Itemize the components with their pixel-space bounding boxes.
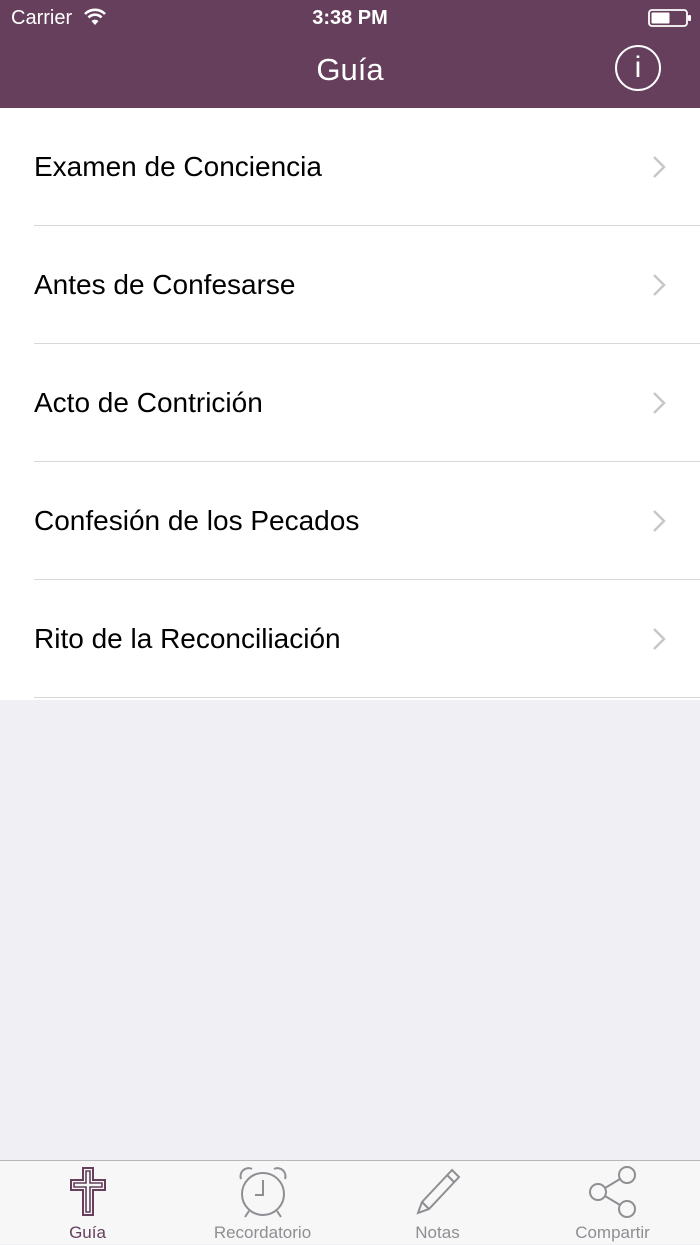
tab-compartir[interactable]: Compartir	[525, 1161, 700, 1245]
row-separator	[34, 697, 700, 698]
guide-list: Examen de Conciencia Antes de Confesarse…	[0, 108, 700, 700]
tab-recordatorio[interactable]: Recordatorio	[175, 1161, 350, 1245]
tab-label: Notas	[415, 1223, 460, 1242]
chevron-right-icon	[653, 510, 666, 532]
list-item-label: Confesión de los Pecados	[34, 505, 360, 536]
chevron-right-icon	[653, 628, 666, 650]
info-button[interactable]: i	[615, 45, 661, 91]
pencil-icon	[416, 1168, 461, 1215]
status-time: 3:38 PM	[312, 7, 388, 29]
tab-label: Compartir	[575, 1223, 650, 1242]
list-item-antes-de-confesarse[interactable]: Antes de Confesarse	[0, 226, 700, 344]
status-bar: Carrier 3:38 PM	[0, 0, 700, 36]
tab-guia[interactable]: Guía	[0, 1161, 175, 1245]
list-item-label: Examen de Conciencia	[34, 151, 322, 182]
alarm-clock-icon	[239, 1167, 287, 1218]
navigation-header: Carrier 3:38 PM Guía i	[0, 0, 700, 108]
tab-bar: Guía Recordatorio Notas Compartir	[0, 1160, 700, 1244]
cross-icon	[70, 1167, 106, 1216]
chevron-right-icon	[653, 274, 666, 296]
chevron-right-icon	[653, 392, 666, 414]
tab-label: Guía	[69, 1223, 106, 1242]
share-icon	[589, 1166, 636, 1218]
list-item-label: Antes de Confesarse	[34, 269, 296, 300]
page-title: Guía	[316, 52, 384, 87]
chevron-right-icon	[653, 156, 666, 178]
list-item-label: Rito de la Reconciliación	[34, 623, 341, 654]
list-item-confesion-de-los-pecados[interactable]: Confesión de los Pecados	[0, 462, 700, 580]
list-item-rito-de-la-reconciliacion[interactable]: Rito de la Reconciliación	[0, 580, 700, 698]
tab-label: Recordatorio	[213, 1223, 312, 1242]
list-item-examen-de-conciencia[interactable]: Examen de Conciencia	[0, 108, 700, 226]
battery-icon	[648, 9, 691, 27]
list-item-label: Acto de Contrición	[34, 387, 263, 418]
tab-notas[interactable]: Notas	[350, 1161, 525, 1245]
list-item-acto-de-contricion[interactable]: Acto de Contrición	[0, 344, 700, 462]
